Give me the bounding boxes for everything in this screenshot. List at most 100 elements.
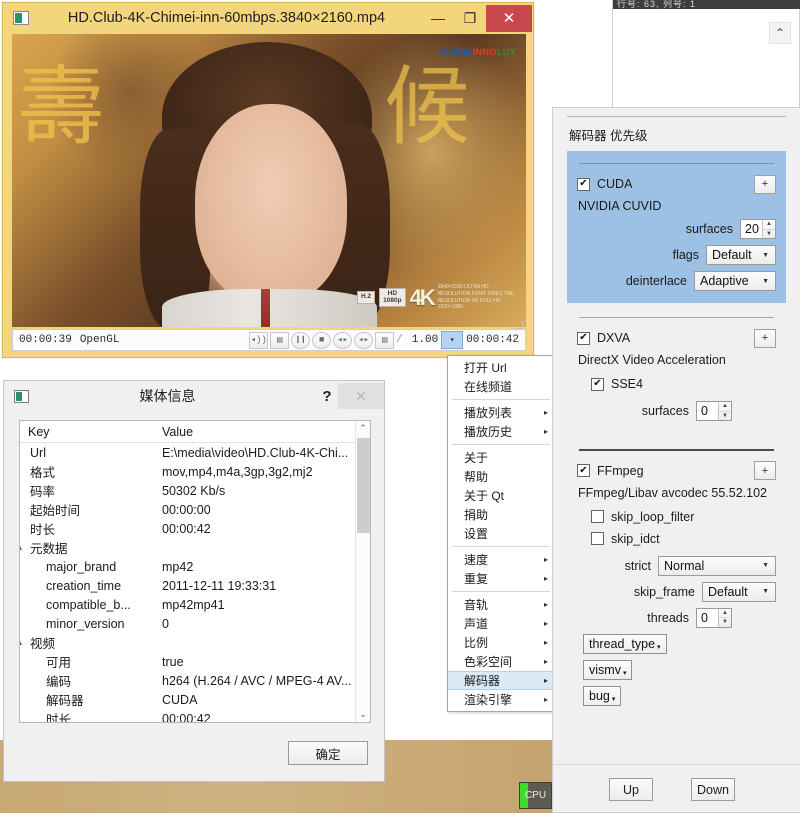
stepper-up-icon[interactable]: ▲ (763, 220, 775, 230)
menu-item-open-url[interactable]: 打开 Url (448, 358, 554, 377)
chevron-up-icon[interactable]: ⌃ (769, 22, 791, 44)
table-row[interactable]: 解码器 CUDA (20, 690, 370, 709)
table-row-group-metadata[interactable]: ▴元数据 (20, 538, 370, 557)
menu-item-help[interactable]: 帮助 (448, 467, 554, 486)
media-info-titlebar[interactable]: 媒体信息 ? ✕ (4, 381, 384, 411)
cuda-checkbox-row[interactable]: ✔ CUDA + (577, 174, 776, 194)
window-resize-grip[interactable] (513, 321, 523, 329)
menu-item-repeat[interactable]: 重复 ▸ (448, 569, 554, 588)
strict-select[interactable]: Normal ▼ (658, 555, 776, 576)
background-window[interactable]: 行号: 63, 列号: 1 ⌃ (612, 0, 800, 110)
cuda-surfaces-stepper[interactable]: 20 ▲ ▼ (740, 219, 776, 239)
move-up-button[interactable]: Up (609, 778, 653, 801)
speed-dropdown[interactable]: ▾ (441, 331, 464, 349)
cuda-deinterlace-select[interactable]: Adaptive ▼ (694, 271, 776, 291)
stepper-down-icon[interactable]: ▼ (719, 412, 731, 421)
skip-idct-row[interactable]: skip_idct (591, 528, 776, 550)
cuda-add-button[interactable]: + (754, 174, 776, 194)
menu-item-speed[interactable]: 速度 ▸ (448, 550, 554, 569)
cpu-monitor-widget[interactable]: CPU (519, 782, 552, 809)
table-row-group-video[interactable]: ▴视频 (20, 633, 370, 652)
move-down-button[interactable]: Down (691, 778, 735, 801)
dxva-checkbox[interactable]: ✔ (577, 331, 590, 345)
media-info-scrollbar[interactable]: ⌃ ⌄ (355, 421, 370, 722)
menu-item-color-space[interactable]: 色彩空间 ▸ (448, 652, 554, 671)
scrollbar-thumb[interactable] (357, 438, 370, 533)
stepper-arrows[interactable]: ▲ ▼ (762, 220, 775, 238)
table-row[interactable]: creation_time 2011-12-11 19:33:31 (20, 576, 370, 595)
table-row[interactable]: minor_version 0 (20, 614, 370, 633)
menu-item-render-engine[interactable]: 渲染引擎 ▸ (448, 690, 554, 709)
table-row[interactable]: compatible_b... mp42mp41 (20, 595, 370, 614)
menu-item-play-history[interactable]: 播放历史 ▸ (448, 422, 554, 441)
screenshot-icon[interactable]: ▤ (270, 331, 290, 349)
decoder-entry-cuda[interactable]: ✔ CUDA + NVIDIA CUVID surfaces 20 ▲ ▼ fla… (567, 151, 786, 303)
media-info-tree[interactable]: Key Value Url E:\media\video\HD.Club-4K-C… (19, 420, 371, 723)
video-surface[interactable]: 壽 候 CHIMEIINNOLUX H.2 HD 1080p 4K 3840×2… (12, 34, 526, 327)
stepper-arrows[interactable]: ▲ ▼ (718, 608, 731, 627)
pause-icon[interactable]: ❙❙ (291, 331, 311, 349)
player-titlebar[interactable]: HD.Club-4K-Chimei-inn-60mbps.3840×2160.m… (3, 3, 533, 33)
stepper-arrows[interactable]: ▲ ▼ (718, 402, 731, 420)
dxva-checkbox-row[interactable]: ✔ DXVA + (577, 328, 776, 348)
expander-icon[interactable]: ▴ (20, 638, 28, 647)
stop-icon[interactable]: ■ (312, 331, 332, 349)
stepper-up-icon[interactable]: ▲ (719, 609, 731, 618)
table-row[interactable]: 编码 h264 (H.264 / AVC / MPEG-4 AV... (20, 671, 370, 690)
ffmpeg-checkbox-row[interactable]: ✔ FFmpeg + (577, 461, 776, 481)
menu-item-playlist[interactable]: 播放列表 ▸ (448, 403, 554, 422)
scroll-down-icon[interactable]: ⌄ (356, 707, 370, 722)
context-menu[interactable]: 打开 Url 在线频道 播放列表 ▸ 播放历史 ▸ 关于 帮助 关于 Qt 捐助 设… (447, 355, 555, 712)
bug-button[interactable]: bug ▾ (583, 685, 622, 706)
table-row[interactable]: major_brand mp42 (20, 557, 370, 576)
sse4-checkbox-row[interactable]: ✔ SSE4 (591, 373, 776, 395)
ffmpeg-add-button[interactable]: + (754, 461, 776, 480)
stepper-down-icon[interactable]: ▼ (763, 230, 775, 239)
menu-item-about-qt[interactable]: 关于 Qt (448, 486, 554, 505)
decoder-entry-ffmpeg[interactable]: ✔ FFmpeg + FFmpeg/Libav avcodec 55.52.10… (567, 449, 786, 706)
stepper-down-icon[interactable]: ▼ (719, 618, 731, 627)
sse4-checkbox[interactable]: ✔ (591, 377, 604, 391)
vismv-button[interactable]: vismv ▾ (583, 659, 633, 680)
dxva-surfaces-stepper[interactable]: 0 ▲ ▼ (696, 401, 732, 421)
expander-icon[interactable]: ▴ (20, 543, 28, 552)
table-row[interactable]: Url E:\media\video\HD.Club-4K-Chi... (20, 443, 370, 462)
ok-button[interactable]: 确定 (288, 741, 368, 765)
table-row[interactable]: 时长 00:00:42 (20, 709, 370, 723)
menu-item-settings[interactable]: 设置 (448, 524, 554, 543)
volume-icon[interactable]: ◂)) (249, 331, 269, 349)
table-row[interactable]: 码率 50302 Kb/s (20, 481, 370, 500)
cuda-flags-select[interactable]: Default ▼ (706, 245, 776, 265)
maximize-button[interactable]: ❐ (454, 4, 486, 32)
thread-type-button[interactable]: thread_type ▾ (583, 633, 667, 654)
menu-item-audio-track[interactable]: 音轨 ▸ (448, 595, 554, 614)
table-row[interactable]: 格式 mov,mp4,m4a,3gp,3g2,mj2 (20, 462, 370, 481)
menu-item-online-channel[interactable]: 在线频道 (448, 377, 554, 396)
skip-loop-filter-row[interactable]: skip_loop_filter (591, 506, 776, 528)
forward-icon[interactable]: ◂▸ (354, 331, 374, 349)
media-info-close-button[interactable]: ✕ (338, 383, 384, 409)
cuda-checkbox[interactable]: ✔ (577, 177, 590, 191)
table-row[interactable]: 可用 true (20, 652, 370, 671)
stepper-up-icon[interactable]: ▲ (719, 402, 731, 412)
threads-stepper[interactable]: 0 ▲ ▼ (696, 607, 732, 628)
dxva-add-button[interactable]: + (754, 328, 776, 348)
rewind-icon[interactable]: ◂▸ (333, 331, 353, 349)
table-row[interactable]: 起始时间 00:00:00 (20, 500, 370, 519)
ffmpeg-checkbox[interactable]: ✔ (577, 464, 590, 477)
skip-idct-checkbox[interactable] (591, 532, 604, 545)
skip-frame-select[interactable]: Default ▼ (702, 581, 776, 602)
menu-item-audio-channel[interactable]: 声道 ▸ (448, 614, 554, 633)
menu-item-aspect-ratio[interactable]: 比例 ▸ (448, 633, 554, 652)
close-button[interactable]: ✕ (486, 4, 532, 32)
menu-item-about[interactable]: 关于 (448, 448, 554, 467)
help-button[interactable]: ? (316, 388, 338, 405)
table-row[interactable]: 时长 00:00:42 (20, 519, 370, 538)
playlist-icon[interactable]: ▤ (375, 331, 395, 349)
menu-item-donate[interactable]: 捐助 (448, 505, 554, 524)
decoder-entry-dxva[interactable]: ✔ DXVA + DirectX Video Acceleration ✔ SS… (567, 317, 786, 421)
menu-item-decoder[interactable]: 解码器 ▸ (448, 671, 554, 690)
minimize-button[interactable]: — (422, 4, 454, 32)
skip-loop-filter-checkbox[interactable] (591, 510, 604, 523)
scroll-up-icon[interactable]: ⌃ (356, 421, 370, 436)
